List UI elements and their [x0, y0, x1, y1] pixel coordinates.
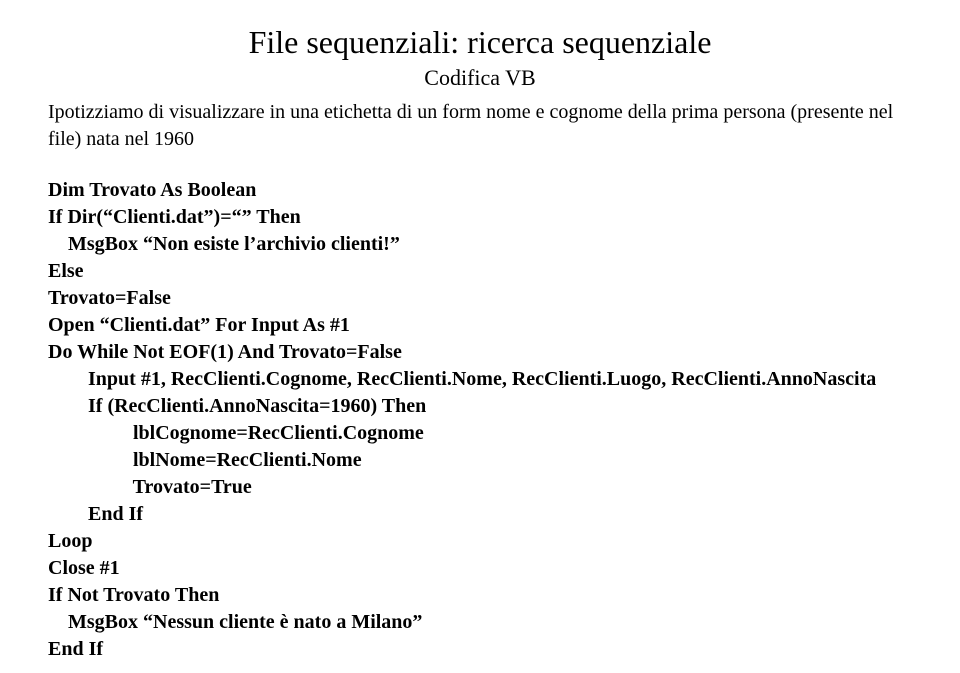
- code-line: Trovato=False: [48, 287, 171, 309]
- code-line: Else: [48, 260, 84, 282]
- code-line: If (RecClienti.AnnoNascita=1960) Then: [48, 395, 426, 417]
- code-line: Loop: [48, 530, 92, 552]
- code-line: lblNome=RecClienti.Nome: [48, 449, 362, 471]
- code-line: End If: [48, 638, 103, 660]
- code-line: If Not Trovato Then: [48, 584, 219, 606]
- slide-subtitle: Codifica VB: [48, 65, 912, 91]
- code-line: Do While Not EOF(1) And Trovato=False: [48, 341, 402, 363]
- code-line: Dim Trovato As Boolean: [48, 179, 256, 201]
- intro-paragraph: Ipotizziamo di visualizzare in una etich…: [48, 99, 912, 153]
- code-line: Close #1: [48, 557, 120, 579]
- code-line: Trovato=True: [48, 476, 252, 498]
- slide-title: File sequenziali: ricerca sequenziale: [48, 24, 912, 61]
- code-line: MsgBox “Non esiste l’archivio clienti!”: [48, 233, 400, 255]
- code-line: Input #1, RecClienti.Cognome, RecClienti…: [48, 368, 876, 390]
- code-line: End If: [48, 503, 143, 525]
- code-block: Dim Trovato As Boolean If Dir(“Clienti.d…: [48, 177, 912, 663]
- code-line: lblCognome=RecClienti.Cognome: [48, 422, 424, 444]
- code-line: MsgBox “Nessun cliente è nato a Milano”: [48, 611, 422, 633]
- code-line: If Dir(“Clienti.dat”)=“” Then: [48, 206, 301, 228]
- code-line: Open “Clienti.dat” For Input As #1: [48, 314, 350, 336]
